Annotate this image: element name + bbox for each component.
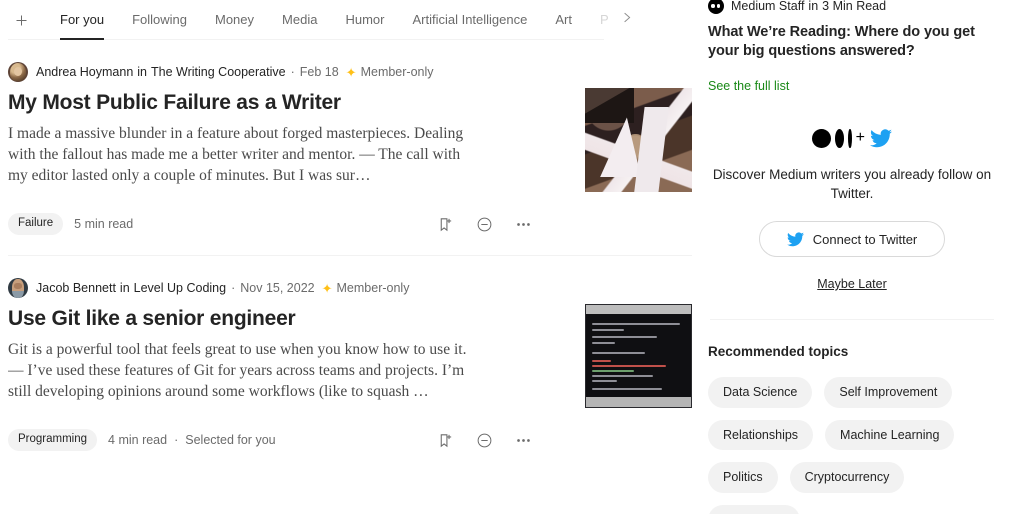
article-card[interactable]: Jacob Bennett in Level Up Coding · Nov 1… (8, 256, 692, 451)
article-body: My Most Public Failure as a Writer I mad… (8, 88, 692, 192)
article-text: My Most Public Failure as a Writer I mad… (8, 90, 470, 186)
minus-circle-icon[interactable] (476, 432, 493, 449)
maybe-later-link[interactable]: Maybe Later (817, 277, 886, 291)
topic-chip-machine-learning[interactable]: Machine Learning (825, 419, 955, 450)
more-options-icon[interactable] (515, 432, 532, 449)
article-thumbnail[interactable] (585, 304, 692, 408)
plus-icon (14, 13, 29, 28)
tab-artificial-intelligence[interactable]: Artificial Intelligence (398, 0, 541, 40)
article-excerpt: Git is a powerful tool that feels great … (8, 341, 467, 401)
tabbar-scroll-right-button[interactable] (612, 0, 641, 40)
star-icon: ✦ (321, 280, 333, 296)
more-options-icon[interactable] (515, 216, 532, 233)
publish-date: Nov 15, 2022 (240, 280, 315, 295)
article-title[interactable]: Use Git like a senior engineer (8, 306, 470, 331)
tab-media[interactable]: Media (268, 0, 331, 40)
publication-name[interactable]: Level Up Coding (134, 282, 226, 295)
bookmark-add-icon[interactable] (437, 216, 454, 233)
topic-chip-partial[interactable] (708, 504, 800, 514)
member-only-label: Member-only (360, 64, 434, 79)
member-only-label: Member-only (336, 280, 410, 295)
tab-money[interactable]: Money (201, 0, 268, 40)
read-time: 4 min read (108, 433, 168, 447)
article-byline: Jacob Bennett in Level Up Coding · Nov 1… (8, 278, 692, 298)
tab-label: Following (132, 12, 187, 27)
featured-publication[interactable]: 3 Min Read (822, 0, 886, 13)
recommended-topics-chips: Data Science Self Improvement Relationsh… (708, 377, 996, 514)
topic-chip-politics[interactable]: Politics (708, 462, 778, 493)
article-card[interactable]: Andrea Hoymann in The Writing Cooperativ… (8, 40, 692, 256)
topic-chip-self-improvement[interactable]: Self Improvement (824, 377, 953, 408)
topic-chip-relationships[interactable]: Relationships (708, 419, 814, 450)
article-footer: Programming 4 min read · Selected for yo… (8, 429, 692, 451)
article-text: Use Git like a senior engineer Git is a … (8, 306, 470, 402)
article-title[interactable]: My Most Public Failure as a Writer (8, 90, 470, 115)
article-tag[interactable]: Failure (8, 213, 64, 235)
plus-icon: + (855, 129, 865, 146)
medium-feed-page: For you Following Money Media Humor Arti… (0, 0, 1024, 514)
author-name[interactable]: Jacob Bennett (36, 282, 116, 295)
byline-separator: · (290, 64, 295, 79)
tab-label: Media (282, 12, 318, 27)
twitter-connect-card: + Discover Medium writers you already fo… (708, 125, 996, 293)
article-actions (437, 432, 692, 449)
recommended-topics-heading: Recommended topics (708, 344, 849, 359)
article-tag[interactable]: Programming (8, 429, 98, 451)
tab-humor[interactable]: Humor (331, 0, 398, 40)
tab-art[interactable]: Art (541, 0, 586, 40)
tab-label: Art (555, 12, 572, 27)
twitter-bird-icon (869, 128, 892, 148)
publish-date: Feb 18 (299, 64, 339, 79)
add-topic-button[interactable] (8, 5, 34, 35)
publication-name[interactable]: The Writing Cooperative (151, 66, 286, 79)
connect-to-twitter-button[interactable]: Connect to Twitter (759, 221, 945, 257)
bookmark-add-icon[interactable] (437, 432, 454, 449)
topic-chip-cryptocurrency[interactable]: Cryptocurrency (789, 462, 905, 493)
featured-title[interactable]: What We’re Reading: Where do you get you… (708, 23, 996, 61)
connect-button-label: Connect to Twitter (812, 231, 918, 247)
article-body: Use Git like a senior engineer Git is a … (8, 304, 692, 408)
tab-label: Artificial Intelligence (412, 12, 528, 27)
medium-logo-icon (812, 128, 852, 148)
featured-in-word: in (808, 0, 819, 13)
read-time: 5 min read (74, 217, 134, 231)
article-footer: Failure 5 min read (8, 213, 692, 235)
see-full-list-link[interactable]: See the full list (708, 79, 789, 93)
star-icon: ✦ (345, 64, 357, 80)
medium-staff-avatar-icon[interactable] (708, 0, 724, 14)
tab-label: P (599, 12, 609, 27)
chevron-right-icon (619, 10, 634, 30)
byline-separator: · (231, 280, 236, 295)
featured-author[interactable]: Medium Staff (731, 0, 804, 13)
article-actions (437, 216, 692, 233)
byline-in-word: in (119, 280, 130, 295)
footer-separator: · (174, 433, 179, 447)
featured-byline: Medium Staff in 3 Min Read (708, 0, 996, 14)
tab-label: For you (60, 12, 105, 27)
article-list: Andrea Hoymann in The Writing Cooperativ… (0, 40, 700, 451)
tab-following[interactable]: Following (118, 0, 201, 40)
tab-label: Humor (345, 12, 385, 27)
article-thumbnail[interactable] (585, 88, 692, 192)
selected-for-you-label: Selected for you (185, 433, 276, 447)
article-excerpt: I made a massive blunder in a feature ab… (8, 125, 464, 185)
topic-chip-data-science[interactable]: Data Science (708, 377, 813, 408)
author-name[interactable]: Andrea Hoymann (36, 66, 133, 79)
twitter-subtitle: Discover Medium writers you already foll… (712, 167, 992, 201)
byline-in-word: in (137, 64, 148, 79)
topic-tabbar: For you Following Money Media Humor Arti… (0, 0, 700, 40)
minus-circle-icon[interactable] (476, 216, 493, 233)
tab-for-you[interactable]: For you (46, 0, 118, 40)
avatar[interactable] (8, 62, 28, 82)
sidebar-divider (710, 319, 994, 320)
article-byline: Andrea Hoymann in The Writing Cooperativ… (8, 62, 692, 82)
feed-column: For you Following Money Media Humor Arti… (0, 0, 700, 514)
avatar[interactable] (8, 278, 28, 298)
twitter-bird-icon (786, 231, 804, 247)
tab-label: Money (215, 12, 255, 27)
right-sidebar: Medium Staff in 3 Min Read What We’re Re… (700, 0, 1024, 514)
logo-row: + (708, 125, 996, 151)
